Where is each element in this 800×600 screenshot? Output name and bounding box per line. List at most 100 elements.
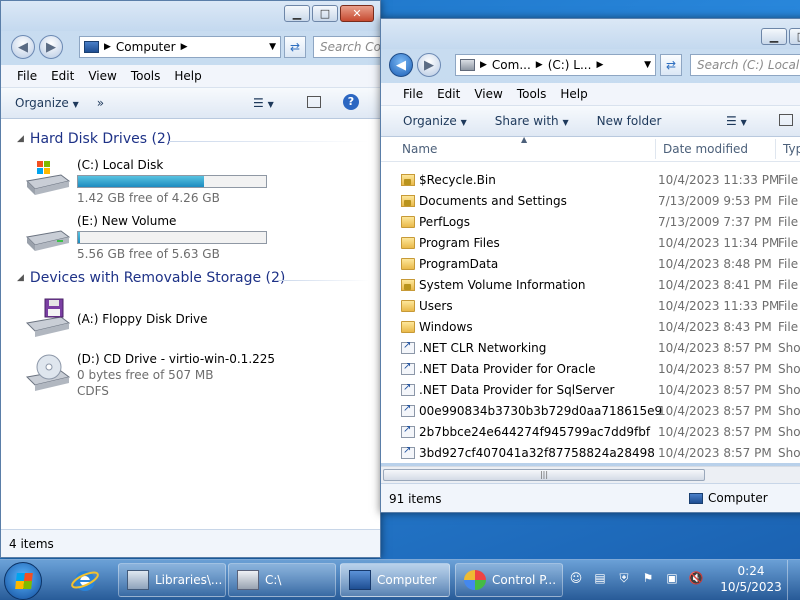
- drives-pane: ◢ Hard Disk Drives (2) (C:) Local Disk 1.…: [1, 119, 380, 529]
- view-options-icon[interactable]: ☰ ▼: [253, 96, 274, 110]
- drive-e[interactable]: (E:) New Volume 5.56 GB free of 5.63 GB: [25, 213, 267, 262]
- column-name[interactable]: Name: [402, 142, 437, 156]
- folder-icon: [401, 215, 415, 228]
- title-bar[interactable]: ▁ □ ✕: [1, 1, 380, 31]
- file-row[interactable]: $Recycle.Bin 10/4/2023 11:33 PM File: [381, 169, 800, 190]
- menu-help[interactable]: Help: [174, 69, 201, 83]
- new-folder-button[interactable]: New folder: [597, 114, 662, 128]
- drive-c[interactable]: (C:) Local Disk 1.42 GB free of 4.26 GB: [25, 157, 267, 206]
- back-arrow-icon: ◀: [396, 57, 406, 73]
- column-divider[interactable]: [775, 139, 776, 159]
- close-button[interactable]: ✕: [340, 5, 374, 22]
- share-with-button[interactable]: Share with ▼: [495, 114, 569, 128]
- title-bar[interactable]: ▁ □: [381, 19, 800, 49]
- horizontal-scrollbar[interactable]: |||: [381, 466, 800, 483]
- minimize-button[interactable]: ▁: [284, 5, 310, 22]
- file-type: File: [778, 277, 799, 292]
- forward-button[interactable]: ▶: [417, 53, 441, 77]
- preview-pane-icon[interactable]: [779, 114, 793, 126]
- menu-edit[interactable]: Edit: [437, 87, 460, 101]
- group-header-removable[interactable]: ◢ Devices with Removable Storage (2): [17, 270, 285, 286]
- menu-tools[interactable]: Tools: [517, 87, 547, 101]
- organize-button[interactable]: Organize ▼: [15, 96, 79, 110]
- network-icon[interactable]: ▣: [664, 570, 680, 586]
- organize-button[interactable]: Organize ▼: [403, 114, 467, 128]
- file-type: File: [778, 193, 799, 208]
- taskbar-item-libraries[interactable]: Libraries\...: [118, 563, 226, 597]
- search-input[interactable]: Search Co: [313, 36, 380, 58]
- menu-view[interactable]: View: [474, 87, 502, 101]
- volume-muted-icon[interactable]: 🔇: [688, 570, 704, 586]
- status-location: Computer: [708, 491, 768, 505]
- maximize-button[interactable]: □: [789, 28, 800, 45]
- file-row[interactable]: System Volume Information 10/4/2023 8:41 …: [381, 274, 800, 295]
- drive-a[interactable]: (A:) Floppy Disk Drive: [25, 297, 208, 337]
- file-row[interactable]: ProgramData 10/4/2023 8:48 PM File: [381, 253, 800, 274]
- taskbar-item-computer[interactable]: Computer: [340, 563, 450, 597]
- preview-pane-icon[interactable]: [307, 96, 321, 108]
- address-separator: ▶: [535, 60, 543, 70]
- chevron-down-icon[interactable]: ▼: [269, 42, 276, 52]
- chevron-down-icon: ▼: [72, 100, 79, 109]
- help-icon[interactable]: ?: [343, 94, 359, 110]
- back-button[interactable]: ◀: [11, 35, 35, 59]
- address-crumb[interactable]: (C:) L...: [548, 58, 592, 72]
- address-crumb[interactable]: Computer: [116, 40, 176, 54]
- file-row[interactable]: Users 10/4/2023 11:33 PM File: [381, 295, 800, 316]
- file-row[interactable]: 00e990834b3730b3b729d0aa718615e910/4/202…: [381, 400, 800, 421]
- taskbar-item-control-panel[interactable]: Control P...: [455, 563, 563, 597]
- minimize-button[interactable]: ▁: [761, 28, 787, 45]
- file-date: 10/4/2023 8:57 PM: [658, 424, 772, 439]
- menu-view[interactable]: View: [88, 69, 116, 83]
- menu-help[interactable]: Help: [560, 87, 587, 101]
- address-bar[interactable]: ▶ Com... ▶ (C:) L... ▶ ▼: [455, 54, 656, 76]
- file-row[interactable]: 2b7bbce24e644274f945799ac7dd9fbf 10/4/202…: [381, 421, 800, 442]
- scrollbar-thumb[interactable]: |||: [383, 469, 705, 481]
- address-bar[interactable]: ▶ Computer ▶ ▼: [79, 36, 281, 58]
- menu-file[interactable]: File: [403, 87, 423, 101]
- start-button[interactable]: [4, 562, 42, 600]
- locked-folder-icon: [401, 194, 415, 207]
- address-separator: ▶: [596, 60, 604, 70]
- user-icon[interactable]: ☺: [568, 570, 584, 586]
- menu-tools[interactable]: Tools: [131, 69, 161, 83]
- computer-window: ▁ □ ✕ ◀ ▶ ▶ Computer ▶ ▼ ⇄ Search Co Fil…: [0, 0, 381, 558]
- file-row[interactable]: Documents and Settings 7/13/2009 9:53 PM F…: [381, 190, 800, 211]
- file-row[interactable]: .NET Data Provider for Oracle 10/4/2023 8…: [381, 358, 800, 379]
- maximize-button[interactable]: □: [312, 5, 338, 22]
- back-button[interactable]: ◀: [389, 53, 413, 77]
- file-row[interactable]: PerfLogs 7/13/2009 7:37 PM File: [381, 211, 800, 232]
- internet-explorer-icon[interactable]: [70, 566, 100, 594]
- file-name: $Recycle.Bin: [419, 172, 496, 187]
- menu-edit[interactable]: Edit: [51, 69, 74, 83]
- action-center-flag-icon[interactable]: ⚑: [640, 570, 656, 586]
- menu-file[interactable]: File: [17, 69, 37, 83]
- file-row[interactable]: Windows 10/4/2023 8:43 PM File: [381, 316, 800, 337]
- file-row[interactable]: 3bd927cf407041a32f87758824a2849810/4/202…: [381, 442, 800, 463]
- file-row[interactable]: .NET Data Provider for SqlServer 10/4/202…: [381, 379, 800, 400]
- search-input[interactable]: Search (C:) Local Disk: [690, 54, 800, 76]
- drive-d[interactable]: (D:) CD Drive - virtio-win-0.1.225 0 byt…: [25, 351, 275, 399]
- security-shield-icon[interactable]: ⛨: [616, 570, 632, 586]
- locked-folder-icon: [401, 278, 415, 291]
- address-crumb[interactable]: Com...: [492, 58, 531, 72]
- file-name: .NET Data Provider for Oracle: [419, 361, 596, 376]
- column-date-modified[interactable]: Date modified: [663, 142, 748, 156]
- column-divider[interactable]: [655, 139, 656, 159]
- taskbar-item-c-drive[interactable]: C:\: [228, 563, 336, 597]
- group-header-hard-disks[interactable]: ◢ Hard Disk Drives (2): [17, 131, 171, 147]
- clock[interactable]: 0:24 10/5/2023: [718, 563, 784, 595]
- file-row[interactable]: Program Files 10/4/2023 11:34 PM File: [381, 232, 800, 253]
- view-options-icon[interactable]: ☰ ▼: [726, 114, 747, 128]
- chevron-down-icon[interactable]: ▼: [644, 60, 651, 70]
- usage-bar: [77, 231, 267, 244]
- refresh-button[interactable]: ⇄: [660, 54, 682, 76]
- column-type[interactable]: Typ: [783, 142, 800, 156]
- show-desktop-button[interactable]: [787, 560, 800, 600]
- file-row[interactable]: .NET CLR Networking 10/4/2023 8:57 PM Sho: [381, 337, 800, 358]
- clipboard-icon[interactable]: ▤: [592, 570, 608, 586]
- file-type: Sho: [778, 403, 800, 418]
- forward-button[interactable]: ▶: [39, 35, 63, 59]
- refresh-button[interactable]: ⇄: [284, 36, 306, 58]
- more-commands-button[interactable]: »: [97, 96, 104, 110]
